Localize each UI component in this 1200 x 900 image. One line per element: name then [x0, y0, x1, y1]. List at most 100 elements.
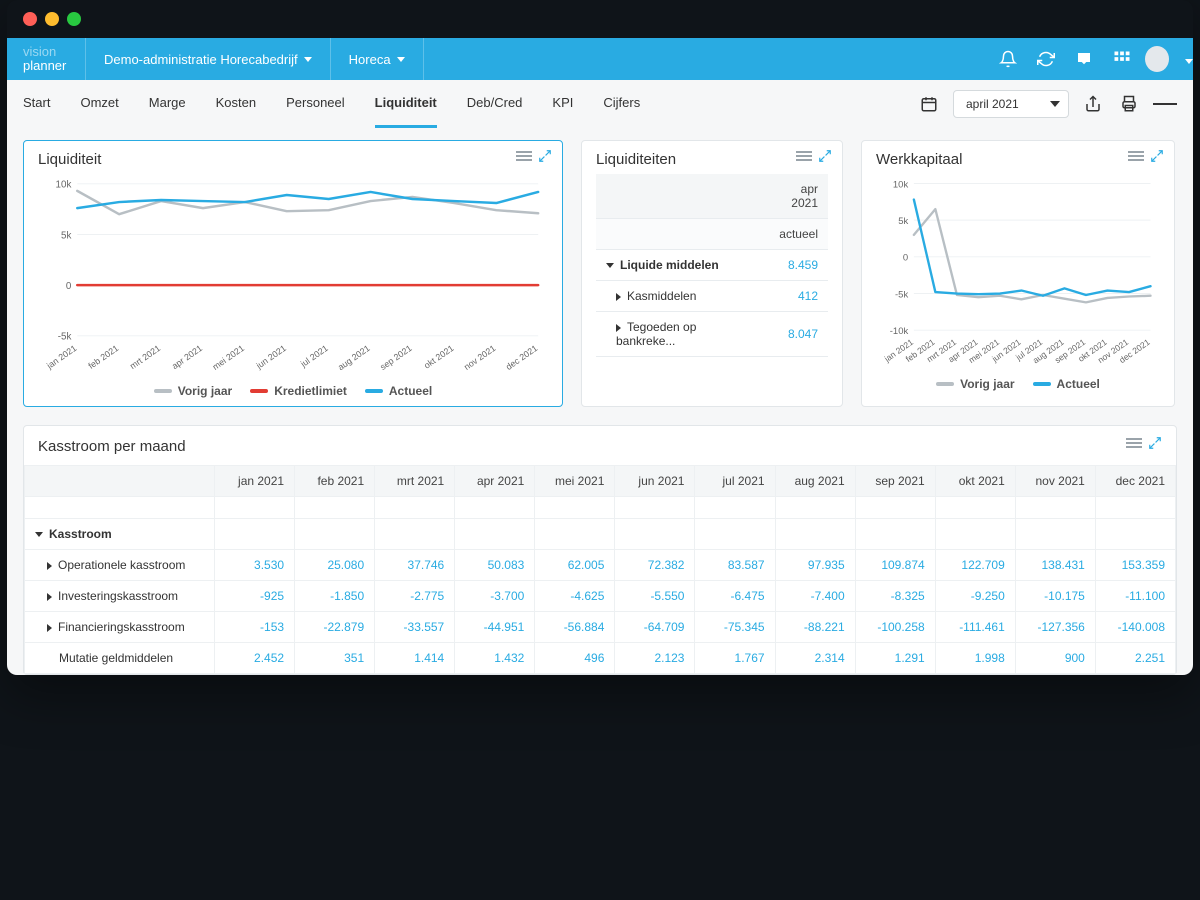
ks-cell: -1.850 — [295, 580, 375, 611]
svg-text:nov 2021: nov 2021 — [462, 343, 498, 372]
legend-item[interactable]: Actueel — [365, 384, 432, 398]
tab-marge[interactable]: Marge — [149, 80, 186, 128]
expand-icon[interactable] — [538, 149, 552, 166]
menu-icon[interactable] — [1153, 92, 1177, 116]
ks-cell: 153.359 — [1095, 549, 1175, 580]
tab-start[interactable]: Start — [23, 80, 50, 128]
ks-cell: 50.083 — [455, 549, 535, 580]
ks-col-header: mei 2021 — [535, 465, 615, 496]
card-liquiditeiten-title: Liquiditeiten — [596, 151, 828, 168]
print-icon[interactable] — [1117, 92, 1141, 116]
refresh-icon[interactable] — [1027, 38, 1065, 80]
liq-row-label[interactable]: Liquide middelen — [596, 250, 762, 281]
sector-dropdown[interactable]: Horeca — [331, 38, 423, 80]
tab-liquiditeit[interactable]: Liquiditeit — [375, 80, 437, 128]
ks-cell: 351 — [295, 642, 375, 673]
window-minimize-button[interactable] — [45, 12, 59, 26]
tab-omzet[interactable]: Omzet — [80, 80, 118, 128]
ks-col-header: jan 2021 — [215, 465, 295, 496]
expand-icon[interactable] — [1150, 149, 1164, 166]
legend-item[interactable]: Vorig jaar — [154, 384, 232, 398]
ks-cell: -6.475 — [695, 580, 775, 611]
card-werkkapitaal-title: Werkkapitaal — [876, 151, 1160, 168]
tab-personeel[interactable]: Personeel — [286, 80, 345, 128]
logo-line1: vision — [23, 45, 85, 59]
tab-cijfers[interactable]: Cijfers — [603, 80, 640, 128]
ks-cell: 1.432 — [455, 642, 535, 673]
ks-cell: -153 — [215, 611, 295, 642]
ks-cell: 122.709 — [935, 549, 1015, 580]
ks-cell: -2.775 — [375, 580, 455, 611]
svg-text:5k: 5k — [898, 216, 908, 227]
svg-text:apr 2021: apr 2021 — [170, 343, 204, 371]
tab-kpi[interactable]: KPI — [552, 80, 573, 128]
tabs-bar: Start Omzet Marge Kosten Personeel Liquiditei… — [7, 80, 1193, 128]
period-select[interactable]: april 2021 — [953, 90, 1069, 118]
liq-row-label[interactable]: Tegoeden op bankreke... — [596, 312, 762, 357]
card-menu-icon[interactable] — [796, 149, 812, 166]
tab-deb-cred[interactable]: Deb/Cred — [467, 80, 523, 128]
app-header: vision planner Demo-administratie Horeca… — [7, 38, 1193, 80]
svg-text:10k: 10k — [893, 179, 909, 190]
ks-cell: -64.709 — [615, 611, 695, 642]
ks-cell: 2.251 — [1095, 642, 1175, 673]
expand-icon[interactable] — [1148, 436, 1162, 453]
ks-row-label[interactable]: Investeringskasstroom — [25, 580, 215, 611]
svg-text:mei 2021: mei 2021 — [211, 343, 247, 372]
ks-group-row[interactable]: Kasstroom — [25, 518, 215, 549]
svg-text:jun 2021: jun 2021 — [254, 343, 288, 371]
ks-cell: 1.291 — [855, 642, 935, 673]
svg-text:-10k: -10k — [890, 326, 909, 337]
ks-cell: -8.325 — [855, 580, 935, 611]
user-menu[interactable] — [1141, 38, 1193, 80]
ks-row-label[interactable]: Operationele kasstroom — [25, 549, 215, 580]
ks-col-header: okt 2021 — [935, 465, 1015, 496]
legend-item[interactable]: Vorig jaar — [936, 377, 1014, 391]
ks-cell: 900 — [1015, 642, 1095, 673]
ks-cell: -925 — [215, 580, 295, 611]
svg-text:mrt 2021: mrt 2021 — [128, 343, 162, 371]
tab-kosten[interactable]: Kosten — [216, 80, 256, 128]
bell-icon[interactable] — [989, 38, 1027, 80]
ks-cell: -56.884 — [535, 611, 615, 642]
liq-row-value: 8.047 — [762, 312, 828, 357]
sector-dropdown-label: Horeca — [349, 52, 391, 67]
card-menu-icon[interactable] — [1128, 149, 1144, 166]
svg-text:jul 2021: jul 2021 — [298, 343, 330, 370]
ks-cell: -11.100 — [1095, 580, 1175, 611]
ks-col-header: apr 2021 — [455, 465, 535, 496]
ks-cell: -9.250 — [935, 580, 1015, 611]
col-header-actual: actueel — [762, 219, 828, 250]
ks-cell: 2.123 — [615, 642, 695, 673]
legend-item[interactable]: Actueel — [1033, 377, 1100, 391]
ks-cell: -22.879 — [295, 611, 375, 642]
inbox-icon[interactable] — [1065, 38, 1103, 80]
admin-dropdown[interactable]: Demo-administratie Horecabedrijf — [86, 38, 330, 80]
window-close-button[interactable] — [23, 12, 37, 26]
card-werkkapitaal: Werkkapitaal -10k-5k05k10kjan 2021feb 20… — [861, 140, 1175, 407]
app-logo: vision planner — [7, 45, 85, 72]
share-icon[interactable] — [1081, 92, 1105, 116]
ks-cell: -33.557 — [375, 611, 455, 642]
ks-cell: -140.008 — [1095, 611, 1175, 642]
ks-cell: 2.452 — [215, 642, 295, 673]
ks-cell: -3.700 — [455, 580, 535, 611]
window-maximize-button[interactable] — [67, 12, 81, 26]
ks-cell: 3.530 — [215, 549, 295, 580]
expand-icon[interactable] — [818, 149, 832, 166]
apps-grid-icon[interactable] — [1103, 38, 1141, 80]
card-menu-icon[interactable] — [1126, 436, 1142, 453]
card-menu-icon[interactable] — [516, 149, 532, 166]
ks-col-header: jul 2021 — [695, 465, 775, 496]
ks-row-label[interactable]: Financieringskasstroom — [25, 611, 215, 642]
legend-item[interactable]: Kredietlimiet — [250, 384, 347, 398]
svg-text:dec 2021: dec 2021 — [504, 343, 540, 372]
col-header-period: apr 2021 — [762, 174, 828, 219]
calendar-icon[interactable] — [917, 92, 941, 116]
ks-cell: -10.175 — [1015, 580, 1095, 611]
svg-text:-5k: -5k — [58, 332, 72, 343]
ks-cell: 37.746 — [375, 549, 455, 580]
liq-row-label[interactable]: Kasmiddelen — [596, 281, 762, 312]
ks-col-header: jun 2021 — [615, 465, 695, 496]
ks-cell: 1.767 — [695, 642, 775, 673]
